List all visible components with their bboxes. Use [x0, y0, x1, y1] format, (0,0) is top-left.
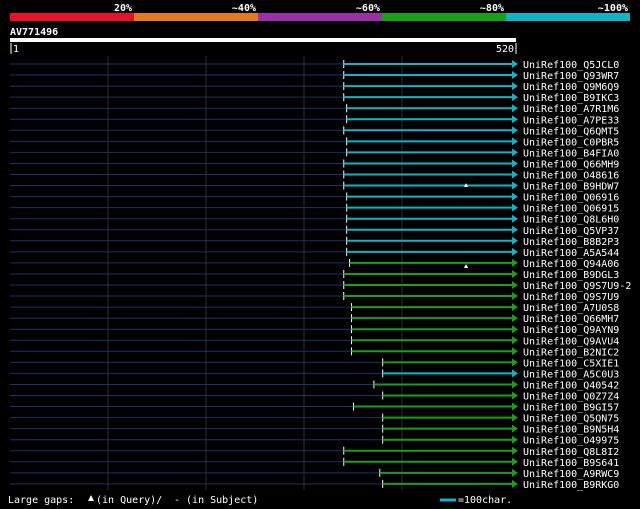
hit-label[interactable]: UniRef100_A7U0S8 [523, 303, 619, 314]
hit-end-arrow [512, 247, 518, 256]
hit-label[interactable]: UniRef100_A7PE33 [523, 115, 619, 126]
hit-label[interactable]: UniRef100_Q40542 [523, 380, 619, 391]
footer-gaps-prefix: Large gaps: [8, 495, 74, 506]
identity-scale-segment [506, 13, 630, 21]
hit-label[interactable]: UniRef100_Q9S7U9 [523, 292, 619, 303]
hit-label[interactable]: UniRef100_Q8L6H0 [523, 215, 619, 226]
query-gap-marker [464, 264, 468, 268]
hit-label[interactable]: UniRef100_B9HDW7 [523, 182, 619, 193]
hit-label[interactable]: UniRef100_B9IKC3 [523, 93, 619, 104]
hit-end-arrow [512, 292, 518, 301]
hit-end-arrow [512, 60, 518, 68]
identity-scale-segment [134, 13, 258, 21]
hit-label[interactable]: UniRef100_Q6QMT5 [523, 126, 619, 137]
hit-end-arrow [512, 258, 518, 267]
hit-label[interactable]: UniRef100_A5A544 [523, 248, 619, 259]
hit-end-arrow [512, 391, 518, 400]
hit-label[interactable]: UniRef100_O48616 [523, 171, 619, 182]
hit-label[interactable]: UniRef100_O49975 [523, 436, 619, 447]
hit-label[interactable]: UniRef100_A7R1M6 [523, 104, 619, 115]
hit-label[interactable]: UniRef100_B9N5H4 [523, 425, 619, 436]
hit-end-arrow [512, 303, 518, 312]
hit-end-arrow [512, 281, 518, 289]
hit-end-arrow [512, 269, 518, 278]
hit-end-arrow [512, 402, 518, 411]
hit-label[interactable]: UniRef100_Q0Z7Z4 [523, 392, 619, 403]
hit-label[interactable]: UniRef100_Q5QN75 [523, 414, 619, 425]
hit-end-arrow [512, 325, 518, 334]
hit-end-arrow [512, 137, 518, 146]
hit-end-arrow [512, 446, 518, 455]
hit-end-arrow [512, 457, 518, 466]
hit-label[interactable]: UniRef100_A9RWC9 [523, 469, 619, 480]
identity-scale-label: ~60% [356, 3, 380, 14]
hit-label[interactable]: UniRef100_Q9S7U9-2 [523, 281, 631, 292]
hit-label[interactable]: UniRef100_C0PBR5 [523, 137, 619, 148]
hit-end-arrow [512, 170, 518, 179]
hit-label[interactable]: UniRef100_Q06915 [523, 204, 619, 215]
hit-end-arrow [512, 159, 518, 168]
hit-end-arrow [512, 115, 518, 124]
hit-end-arrow [512, 225, 518, 234]
hit-label[interactable]: UniRef100_C5XIE1 [523, 358, 619, 369]
hit-label[interactable]: UniRef100_B9DGL3 [523, 270, 619, 281]
hit-end-arrow [512, 93, 518, 102]
hit-end-arrow [512, 468, 518, 477]
hit-end-arrow [512, 126, 518, 135]
hit-label[interactable]: UniRef100_B9GI57 [523, 403, 619, 414]
hit-label[interactable]: UniRef100_Q9AVU4 [523, 336, 619, 347]
hit-end-arrow [512, 479, 518, 488]
hit-end-arrow [512, 424, 518, 433]
query-gap-legend-icon [88, 495, 94, 501]
hit-end-arrow [512, 336, 518, 345]
identity-scale-label: ~40% [232, 3, 256, 14]
query-end-label: 520 [496, 44, 514, 55]
hit-end-arrow [512, 203, 518, 212]
hit-label[interactable]: UniRef100_A5C0U3 [523, 369, 619, 380]
identity-scale-label: 20% [114, 3, 132, 14]
hit-label[interactable]: UniRef100_B2NIC2 [523, 347, 619, 358]
hit-end-arrow [512, 347, 518, 356]
hit-end-arrow [512, 358, 518, 367]
hit-label[interactable]: UniRef100_Q5VP37 [523, 226, 619, 237]
hit-label[interactable]: UniRef100_B9RKG0 [523, 480, 619, 491]
identity-scale-segment [10, 13, 134, 21]
hit-end-arrow [512, 413, 518, 422]
identity-scale-segment [258, 13, 382, 21]
hit-end-arrow [512, 435, 518, 444]
hit-end-arrow [512, 71, 518, 80]
hit-label[interactable]: UniRef100_Q94A06 [523, 259, 619, 270]
hit-end-arrow [512, 104, 518, 113]
hit-label[interactable]: UniRef100_Q06916 [523, 193, 619, 204]
hit-label[interactable]: UniRef100_B4FIA0 [523, 148, 619, 159]
hit-end-arrow [512, 236, 518, 245]
alignment-overview: 20% ~40% ~60% ~80% ~100% AV771496 1 520 UniRef10… [8, 3, 631, 506]
hit-label[interactable]: UniRef100_B9S641 [523, 458, 619, 469]
hit-end-arrow [512, 380, 518, 389]
hit-label[interactable]: UniRef100_Q9M6Q9 [523, 82, 619, 93]
query-start-label: 1 [13, 44, 19, 55]
identity-scale-label: ~100% [598, 3, 628, 14]
hit-end-arrow [512, 192, 518, 201]
hit-label[interactable]: UniRef100_Q66MH7 [523, 314, 619, 325]
hit-end-arrow [512, 214, 518, 223]
hit-label[interactable]: UniRef100_B8B2P3 [523, 237, 619, 248]
hit-end-arrow [512, 181, 518, 190]
hit-end-arrow [512, 148, 518, 157]
footer-gaps-query: (in Query)/ [96, 495, 162, 506]
hit-label[interactable]: UniRef100_Q5JCL0 [523, 60, 619, 71]
scale-legend-label: =100char. [458, 495, 512, 506]
hit-label[interactable]: UniRef100_Q93WR7 [523, 71, 619, 82]
query-id: AV771496 [10, 27, 58, 38]
identity-scale-segment [382, 13, 506, 21]
hit-end-arrow [512, 369, 518, 378]
hit-label[interactable]: UniRef100_Q8L8I2 [523, 447, 619, 458]
hit-end-arrow [512, 314, 518, 323]
footer-gaps-subject: - (in Subject) [174, 495, 258, 506]
query-length-bar [10, 38, 516, 42]
hit-end-arrow [512, 82, 518, 91]
hit-label[interactable]: UniRef100_Q9AYN9 [523, 325, 619, 336]
hit-label[interactable]: UniRef100_Q66MH9 [523, 159, 619, 170]
identity-scale-label: ~80% [480, 3, 504, 14]
